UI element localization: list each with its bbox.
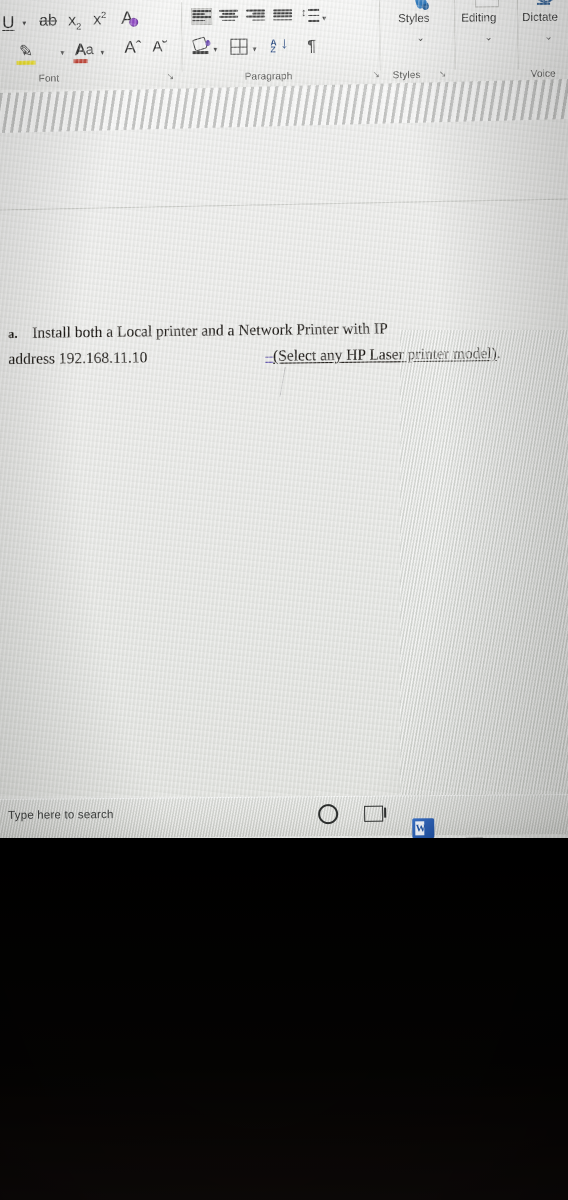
ribbon-group-font: U ▾ ab x2 x2 A ✎ ▾ A ▾ Aa ▾ Aˆ A˘ Font ↘ [0, 0, 183, 90]
laptop-photo: U ▾ ab x2 x2 A ✎ ▾ A ▾ Aa ▾ Aˆ A˘ Font ↘ [0, 0, 568, 1200]
styles-dropdown-chevron-down-icon[interactable]: ⌄ [416, 33, 424, 44]
document-line-2-underlined: (Select any HP Laser printer model) [273, 345, 497, 365]
document-line-1: Install both a Local printer and a Netwo… [32, 320, 388, 342]
underline-icon[interactable]: U [2, 13, 14, 32]
cursor-artifact [279, 366, 300, 400]
windows-taskbar: Type here to search W X [0, 794, 568, 842]
sort-az-icon[interactable]: A Z ↓ [270, 35, 290, 55]
page-top-edge [0, 198, 568, 211]
styles-dialog-launcher[interactable]: ↘ [439, 69, 447, 80]
ribbon-group-styles: Styles ⌄ Styles ↘ [380, 0, 456, 86]
document-line-2-suffix: . [496, 344, 501, 363]
grow-font-icon[interactable]: Aˆ [124, 38, 141, 57]
shading-bucket-icon[interactable] [191, 36, 211, 55]
text-gap [147, 361, 265, 362]
line-spacing-icon[interactable]: ↕ [301, 7, 320, 23]
font-color-dropdown-chevron-down-icon[interactable]: ▾ [60, 48, 64, 57]
pilcrow-icon[interactable]: ¶ [307, 38, 316, 56]
laptop-screen: U ▾ ab x2 x2 A ✎ ▾ A ▾ Aa ▾ Aˆ A˘ Font ↘ [0, 0, 568, 842]
editing-box-icon[interactable] [474, 0, 500, 8]
word-ribbon: U ▾ ab x2 x2 A ✎ ▾ A ▾ Aa ▾ Aˆ A˘ Font ↘ [0, 0, 568, 90]
subscript-icon[interactable]: x2 [68, 12, 81, 31]
align-center-icon[interactable] [219, 9, 239, 24]
underline-dropdown-chevron-down-icon[interactable]: ▾ [22, 19, 26, 28]
font-dialog-launcher[interactable]: ↘ [167, 71, 175, 82]
superscript-icon[interactable]: x2 [93, 10, 106, 28]
align-left-icon[interactable] [191, 7, 213, 26]
ribbon-group-paragraph: ↕ ▾ ▾ ▾ A Z ↓ ¶ Paragraph ↘ [182, 0, 381, 88]
search-input[interactable]: Type here to search [8, 809, 114, 822]
word-taskbar-icon[interactable]: W [412, 818, 435, 842]
align-right-icon[interactable] [246, 8, 266, 23]
ribbon-group-voice-label: Voice [530, 68, 556, 80]
task-view-icon[interactable] [364, 805, 384, 822]
document-page[interactable]: a. Install both a Local printer and a Net… [0, 96, 568, 796]
microphone-icon[interactable] [534, 0, 557, 5]
paragraph-dialog-launcher[interactable]: ↘ [373, 69, 381, 80]
document-body-text[interactable]: a. Install both a Local printer and a Net… [8, 314, 549, 372]
change-case-dropdown-chevron-down-icon[interactable]: ▾ [100, 48, 104, 57]
styles-button-label[interactable]: Styles [398, 13, 429, 25]
shrink-font-icon[interactable]: A˘ [152, 38, 167, 55]
line-spacing-dropdown-chevron-down-icon[interactable]: ▾ [322, 14, 326, 23]
editing-dropdown-chevron-down-icon[interactable]: ⌄ [484, 32, 492, 43]
leading-dash: – [265, 347, 274, 365]
ribbon-group-font-label: Font [38, 73, 60, 85]
dictate-dropdown-chevron-down-icon[interactable]: ⌄ [544, 32, 552, 43]
borders-grid-icon[interactable] [230, 38, 248, 55]
word-icon-letter: W [415, 822, 426, 834]
shading-dropdown-chevron-down-icon[interactable]: ▾ [213, 45, 217, 54]
styles-brush-icon[interactable] [402, 0, 430, 12]
sort-arrow: ↓ [280, 35, 289, 53]
document-line-2-prefix: address 192.168.11.10 [8, 349, 148, 368]
list-marker: a. [8, 326, 18, 341]
highlight-dropdown-chevron-down-icon[interactable]: ▾ [22, 49, 26, 58]
borders-dropdown-chevron-down-icon[interactable]: ▾ [252, 45, 256, 54]
sort-z-label: Z [270, 44, 276, 55]
text-effects-icon[interactable]: A [121, 8, 139, 28]
cortana-icon[interactable] [318, 804, 339, 825]
editing-button-label[interactable]: Editing [461, 12, 496, 24]
ribbon-group-voice: Dictate ⌄ Voice [518, 0, 568, 85]
dictate-button-label[interactable]: Dictate [522, 12, 558, 24]
justify-icon[interactable] [273, 8, 293, 23]
ribbon-group-editing: Editing ⌄ [455, 0, 519, 86]
ribbon-group-paragraph-label: Paragraph [244, 71, 293, 83]
strikethrough-icon[interactable]: ab [39, 12, 57, 29]
laptop-body: Esc ✕ⓧ F1 ⅄− F2 ⅄+ F3 ✕ F4 [0, 838, 568, 1200]
ribbon-group-styles-label: Styles [392, 69, 421, 82]
change-case-icon[interactable]: Aa [76, 41, 93, 57]
